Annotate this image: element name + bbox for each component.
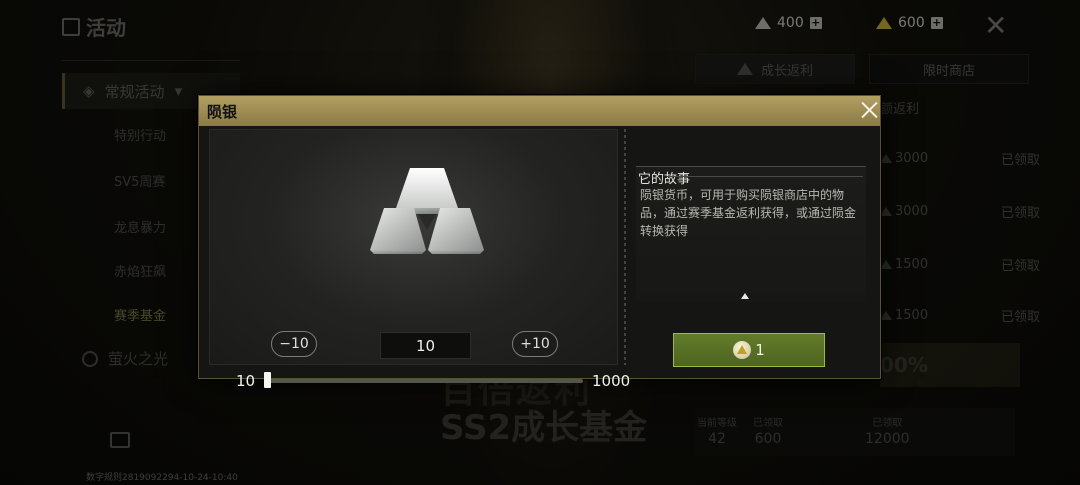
item-detail-dialog: 陨银 −10 10 +10 10 1000 它的故事 陨银货币，可用于购买陨银商… bbox=[198, 95, 881, 390]
scroll-up-arrow-icon[interactable] bbox=[741, 293, 749, 299]
buy-button[interactable]: 1 bbox=[673, 333, 825, 367]
close-icon[interactable] bbox=[855, 96, 885, 126]
purchase-panel: −10 10 +10 10 1000 bbox=[209, 129, 630, 390]
dialog-title-bar bbox=[199, 96, 880, 126]
story-underline bbox=[667, 176, 863, 177]
dialog-title: 陨银 bbox=[207, 103, 238, 121]
panel-divider bbox=[624, 129, 626, 365]
story-description: 陨银货币，可用于购买陨银商店中的物品，通过赛季基金返利获得，或通过陨金转换获得 bbox=[640, 188, 857, 238]
slider-max-label: 1000 bbox=[592, 372, 631, 390]
quantity-slider-handle[interactable] bbox=[264, 372, 271, 388]
decrease-10-button[interactable]: −10 bbox=[271, 331, 317, 357]
silver-ingot-stack-icon bbox=[370, 168, 484, 254]
increase-10-button[interactable]: +10 bbox=[512, 331, 558, 357]
quantity-input[interactable]: 10 bbox=[380, 332, 471, 359]
buy-cost: 1 bbox=[755, 341, 765, 359]
story-heading: 它的故事 bbox=[638, 172, 691, 187]
gold-coin-icon bbox=[733, 341, 752, 359]
quantity-slider-track[interactable] bbox=[265, 379, 583, 383]
slider-min-label: 10 bbox=[236, 372, 256, 390]
